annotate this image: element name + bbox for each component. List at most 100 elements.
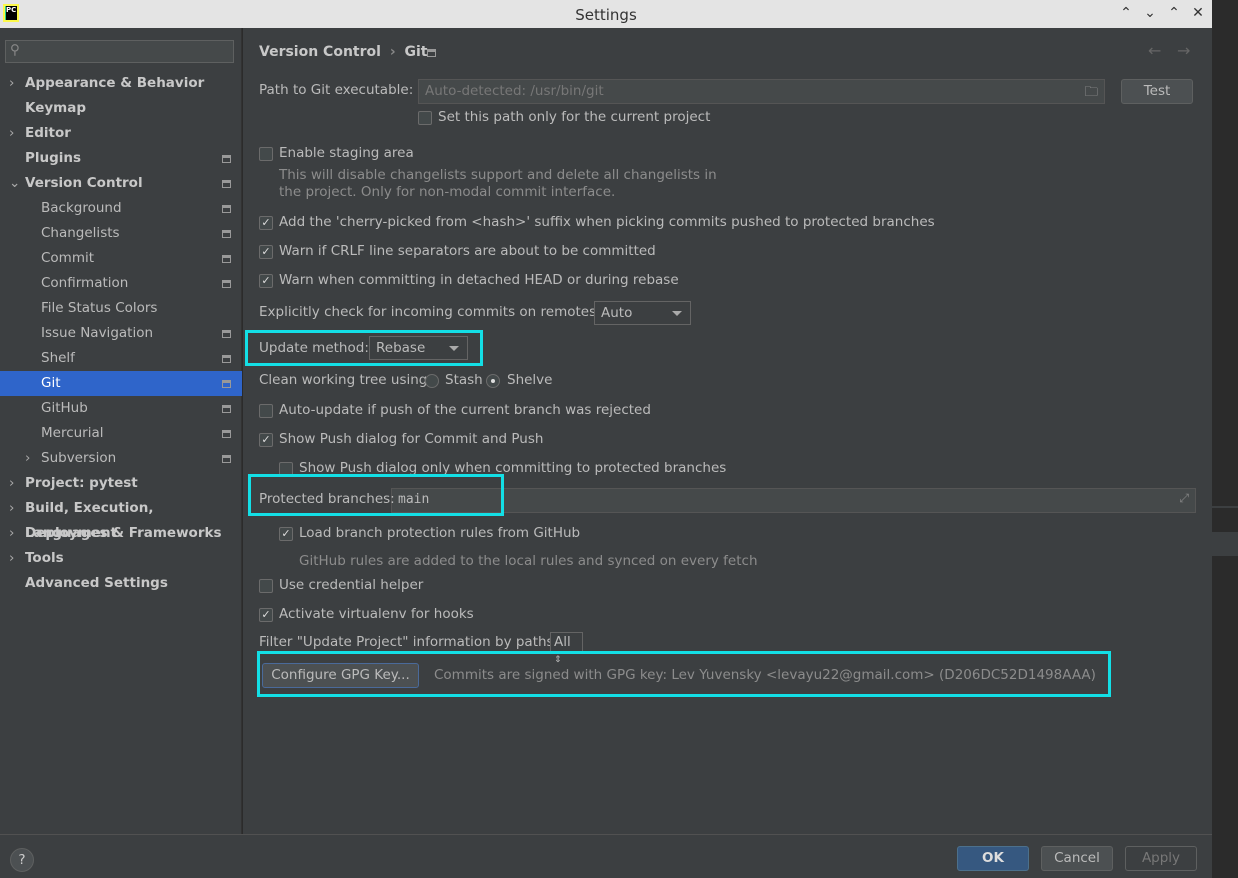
sidebar-item-file-status-colors[interactable]: File Status Colors [0, 296, 242, 321]
shelve-radio[interactable] [486, 374, 500, 388]
load-rules-label: Load branch protection rules from GitHub [299, 525, 581, 541]
chevron-right-icon[interactable]: › [9, 71, 14, 96]
protected-branches-label: Protected branches: [259, 491, 395, 507]
folder-icon[interactable]: 🗀 [1085, 82, 1099, 105]
expand-icon[interactable]: ⤢ [1179, 491, 1189, 506]
search-input[interactable]: ⚲ [5, 40, 234, 63]
title-bar: PC Settings ⌃ ⌄ ⌃ ✕ [0, 0, 1212, 28]
staging-hint-2: the project. Only for non-modal commit i… [279, 184, 616, 200]
close-icon[interactable]: ✕ [1189, 5, 1207, 21]
sidebar-item-tools[interactable]: › Tools [0, 546, 242, 571]
project-scope-icon [222, 405, 231, 413]
sidebar-item-issue-navigation[interactable]: Issue Navigation [0, 321, 242, 346]
sidebar-item-label: Changelists [41, 225, 120, 241]
shelve-label: Shelve [507, 372, 553, 388]
sidebar-item-project-pytest[interactable]: › Project: pytest [0, 471, 242, 496]
sidebar-item-label: Plugins [25, 150, 82, 166]
virtualenv-label: Activate virtualenv for hooks [279, 606, 474, 622]
path-label: Path to Git executable: [259, 82, 414, 98]
sidebar-item-label: Shelf [41, 350, 75, 366]
sidebar-item-label: Confirmation [41, 275, 129, 291]
sidebar-item-label: Keymap [25, 100, 87, 116]
path-current-project-label: Set this path only for the current proje… [438, 109, 711, 125]
sidebar-item-appearance-behavior[interactable]: › Appearance & Behavior [0, 71, 242, 96]
help-button[interactable]: ? [10, 848, 34, 872]
chevron-right-icon[interactable]: › [9, 546, 14, 571]
sidebar-item-mercurial[interactable]: Mercurial [0, 421, 242, 446]
crlf-checkbox[interactable]: ✓ [259, 245, 273, 259]
chevron-right-icon[interactable]: › [25, 446, 30, 471]
show-push-checkbox[interactable]: ✓ [259, 433, 273, 447]
detached-head-label: Warn when committing in detached HEAD or… [279, 272, 679, 288]
sidebar-item-build-execution-deployment[interactable]: › Build, Execution, Deployment [0, 496, 242, 541]
auto-update-checkbox[interactable] [259, 404, 273, 418]
staging-label: Enable staging area [279, 145, 414, 161]
dialog-footer: ? OK Cancel Apply [0, 834, 1212, 878]
sidebar-item-keymap[interactable]: Keymap [0, 96, 242, 121]
sidebar-item-github[interactable]: GitHub [0, 396, 242, 421]
chevron-right-icon[interactable]: › [9, 121, 14, 146]
update-method-dropdown[interactable]: Rebase [369, 336, 468, 360]
chevron-right-icon[interactable]: › [9, 496, 14, 521]
cherry-pick-checkbox[interactable]: ✓ [259, 216, 273, 230]
sidebar-item-changelists[interactable]: Changelists [0, 221, 242, 246]
sidebar-item-label: File Status Colors [41, 300, 158, 316]
configure-gpg-key-button[interactable]: Configure GPG Key... [262, 663, 419, 688]
git-path-placeholder: Auto-detected: /usr/bin/git [425, 83, 604, 99]
load-rules-checkbox[interactable]: ✓ [279, 527, 293, 541]
sidebar-item-commit[interactable]: Commit [0, 246, 242, 271]
credential-helper-label: Use credential helper [279, 577, 424, 593]
cherry-pick-label: Add the 'cherry-picked from <hash>' suff… [279, 214, 935, 230]
crlf-label: Warn if CRLF line separators are about t… [279, 243, 656, 259]
apply-button[interactable]: Apply [1125, 846, 1197, 871]
settings-sidebar: ⚲ › Appearance & Behavior Keymap › Editor Plu… [0, 28, 242, 834]
project-scope-icon [222, 430, 231, 438]
sidebar-item-label: Project: pytest [25, 475, 138, 491]
sidebar-item-advanced-settings[interactable]: Advanced Settings [0, 571, 242, 596]
sidebar-item-editor[interactable]: › Editor [0, 121, 242, 146]
incoming-commits-dropdown[interactable]: Auto [594, 301, 691, 325]
sidebar-item-label: Editor [25, 125, 71, 141]
gpg-info: Commits are signed with GPG key: Lev Yuv… [434, 667, 1096, 683]
sidebar-item-languages-frameworks[interactable]: › Languages & Frameworks [0, 521, 242, 546]
project-scope-icon [222, 230, 231, 238]
forward-icon[interactable]: → [1177, 41, 1190, 60]
breadcrumb-separator: › [389, 44, 396, 60]
cancel-button[interactable]: Cancel [1041, 846, 1113, 871]
ok-button[interactable]: OK [957, 846, 1029, 871]
chevron-right-icon[interactable]: › [9, 471, 14, 496]
protected-branches-input[interactable]: main ⤢ [391, 488, 1196, 513]
staging-checkbox[interactable] [259, 147, 273, 161]
detached-head-checkbox[interactable]: ✓ [259, 274, 273, 288]
chevron-down-icon[interactable]: ⌄ [9, 171, 20, 196]
filter-label: Filter "Update Project" information by p… [259, 634, 559, 650]
project-scope-icon [222, 280, 231, 288]
credential-helper-checkbox[interactable] [259, 579, 273, 593]
sidebar-item-version-control[interactable]: ⌄ Version Control [0, 171, 242, 196]
git-path-input[interactable]: Auto-detected: /usr/bin/git 🗀 [418, 79, 1105, 104]
sidebar-item-shelf[interactable]: Shelf [0, 346, 242, 371]
path-current-project-checkbox[interactable] [418, 111, 432, 125]
project-scope-icon [222, 180, 231, 188]
project-scope-icon [222, 205, 231, 213]
sidebar-item-plugins[interactable]: Plugins [0, 146, 242, 171]
sidebar-item-label: Languages & Frameworks [25, 525, 222, 541]
incoming-commits-label: Explicitly check for incoming commits on… [259, 304, 601, 320]
minimize-icon[interactable]: ⌄ [1141, 5, 1159, 21]
sidebar-item-git[interactable]: Git [0, 371, 242, 396]
back-icon[interactable]: ← [1148, 41, 1161, 60]
maximize-icon[interactable]: ⌃ [1165, 5, 1183, 21]
sidebar-item-subversion[interactable]: › Subversion [0, 446, 242, 471]
project-scope-icon [222, 380, 231, 388]
sidebar-item-background[interactable]: Background [0, 196, 242, 221]
virtualenv-checkbox[interactable]: ✓ [259, 608, 273, 622]
keep-above-icon[interactable]: ⌃ [1117, 5, 1135, 21]
filter-dropdown[interactable]: All ⇕ [550, 632, 583, 665]
test-button[interactable]: Test [1121, 79, 1193, 104]
breadcrumb-parent[interactable]: Version Control [259, 44, 381, 60]
chevron-right-icon[interactable]: › [9, 521, 14, 546]
git-settings-panel: Version Control › Git ← → Path to Git ex… [243, 28, 1212, 834]
load-rules-hint: GitHub rules are added to the local rule… [299, 553, 758, 569]
stash-radio[interactable] [425, 374, 439, 388]
sidebar-item-confirmation[interactable]: Confirmation [0, 271, 242, 296]
